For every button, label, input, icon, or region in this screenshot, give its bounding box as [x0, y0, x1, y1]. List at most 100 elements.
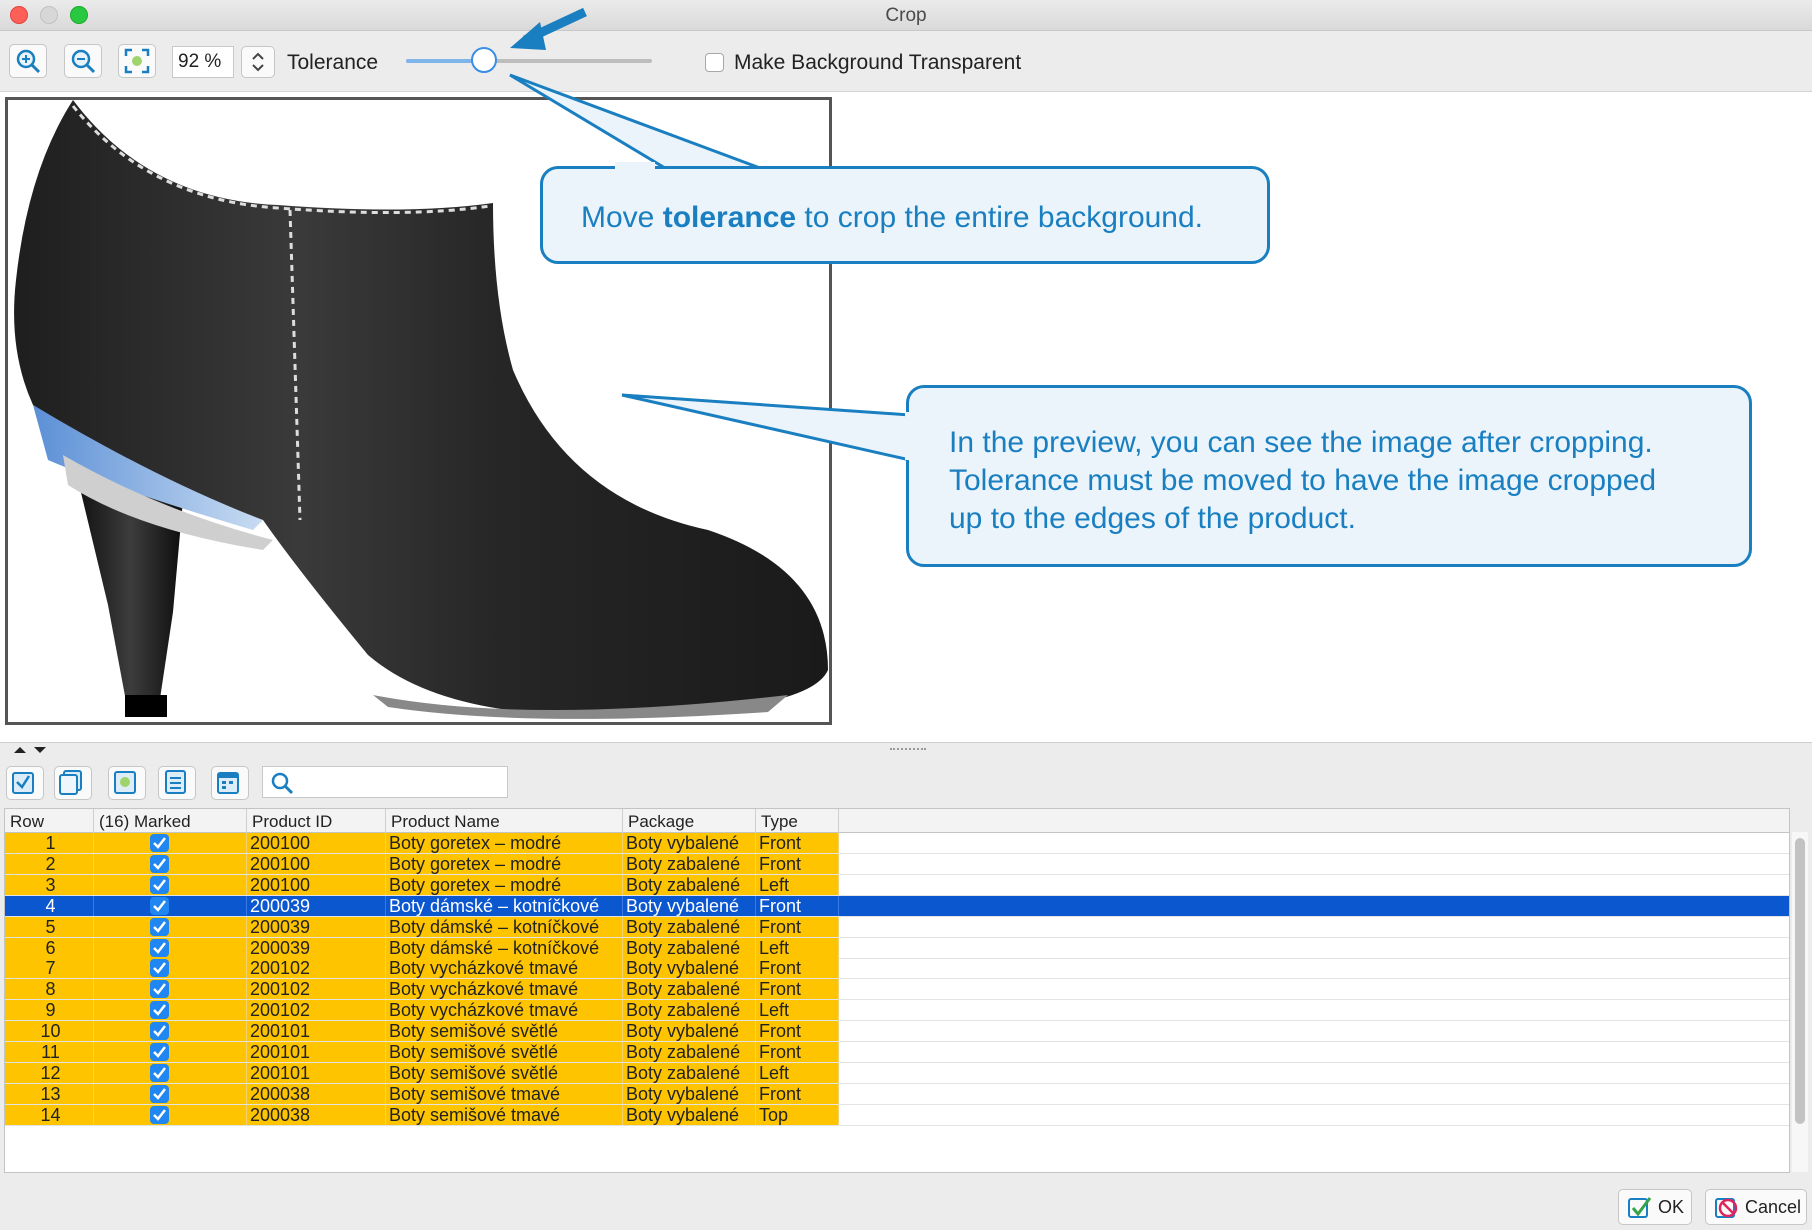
cell-marked[interactable] — [94, 1021, 247, 1042]
marked-checkbox[interactable] — [150, 834, 169, 852]
calendar-button[interactable] — [211, 766, 249, 800]
collapse-arrows-icon[interactable] — [12, 745, 52, 755]
cell-marked[interactable] — [94, 1104, 247, 1125]
zoom-out-icon — [71, 49, 96, 74]
mark-all-button[interactable] — [6, 766, 44, 800]
table-row[interactable]: 3 200100 Boty goretex – modré Boty zabalené… — [5, 874, 1789, 896]
cell-marked[interactable] — [94, 1062, 247, 1083]
cell-package: Boty zabalené — [623, 1000, 756, 1021]
cell-marked[interactable] — [94, 874, 247, 895]
cell-marked[interactable] — [94, 833, 247, 853]
cancel-button[interactable]: Cancel — [1705, 1189, 1807, 1225]
column-header-package[interactable]: Package — [623, 809, 756, 833]
column-header-filler — [839, 809, 1789, 833]
marked-checkbox[interactable] — [150, 1043, 169, 1061]
cell-row: 10 — [5, 1021, 94, 1042]
cell-package: Boty vybalené — [623, 895, 756, 916]
list-icon — [165, 770, 186, 794]
cell-package: Boty zabalené — [623, 916, 756, 937]
column-header-product-name[interactable]: Product Name — [386, 809, 623, 833]
marked-checkbox[interactable] — [150, 1063, 169, 1082]
list-button[interactable] — [158, 766, 196, 800]
products-table: Row (16) Marked Product ID Product Name … — [4, 808, 1790, 1173]
marked-checkbox[interactable] — [150, 1084, 169, 1103]
checkmark-icon — [153, 837, 166, 849]
cell-row: 7 — [5, 958, 94, 979]
marked-checkbox[interactable] — [150, 959, 169, 978]
cell-type: Front — [756, 958, 839, 979]
fit-to-window-button[interactable] — [118, 44, 156, 78]
cell-type: Front — [756, 916, 839, 937]
add-icon — [114, 771, 136, 794]
tolerance-callout: Move tolerance to crop the entire backgr… — [540, 166, 1270, 264]
checkmark-icon — [153, 920, 166, 933]
marked-checkbox[interactable] — [150, 1022, 169, 1041]
marked-checkbox[interactable] — [150, 896, 169, 915]
table-row[interactable]: 10 200101 Boty semišové světlé Boty vybalen… — [5, 1021, 1789, 1043]
cell-product-name: Boty goretex – modré — [386, 833, 623, 853]
splitter-bar[interactable] — [0, 742, 1812, 757]
cell-type: Left — [756, 937, 839, 958]
zoom-in-button[interactable] — [9, 44, 47, 78]
table-row[interactable]: 13 200038 Boty semišové tmavé Boty vybalené… — [5, 1083, 1789, 1105]
cell-marked[interactable] — [94, 937, 247, 958]
cell-product-name: Boty semišové světlé — [386, 1021, 623, 1042]
vertical-scrollbar-thumb[interactable] — [1795, 838, 1805, 1124]
cell-product-name: Boty dámské – kotníčkové — [386, 895, 623, 916]
column-header-row[interactable]: Row — [5, 809, 94, 833]
marked-checkbox[interactable] — [150, 875, 169, 894]
cell-marked[interactable] — [94, 1000, 247, 1021]
zoom-in-icon — [16, 49, 41, 74]
search-input[interactable] — [262, 766, 508, 798]
ok-button[interactable]: OK — [1618, 1189, 1692, 1225]
unmark-icon — [59, 770, 82, 795]
splitter-grip[interactable] — [890, 748, 926, 752]
table-row[interactable]: 8 200102 Boty vycházkové tmavé Boty zabalen… — [5, 979, 1789, 1001]
cell-row: 2 — [5, 853, 94, 874]
table-row[interactable]: 11 200101 Boty semišové světlé Boty zabalen… — [5, 1042, 1789, 1063]
marked-checkbox[interactable] — [150, 1001, 169, 1020]
callout-text-part: to crop the entire background. — [796, 201, 1204, 234]
cell-marked[interactable] — [94, 979, 247, 1000]
table-row[interactable]: 14 200038 Boty semišové tmavé Boty vybalené… — [5, 1104, 1789, 1126]
cell-product-id: 200101 — [247, 1062, 386, 1083]
table-row[interactable]: 6 200039 Boty dámské – kotníčkové Boty zaba… — [5, 937, 1789, 959]
cell-type: Front — [756, 979, 839, 1000]
zoom-input[interactable]: 92 % — [172, 46, 234, 78]
checkmark-icon — [153, 899, 166, 912]
cell-marked[interactable] — [94, 916, 247, 937]
checkmark-icon — [153, 879, 166, 891]
cell-marked[interactable] — [94, 958, 247, 979]
column-header-product-id[interactable]: Product ID — [247, 809, 386, 833]
cell-type: Front — [756, 853, 839, 874]
cell-type: Left — [756, 874, 839, 895]
table-row[interactable]: 9 200102 Boty vycházkové tmavé Boty zabalen… — [5, 1000, 1789, 1022]
add-image-button[interactable] — [108, 766, 146, 800]
cell-row: 6 — [5, 937, 94, 958]
fit-icon — [124, 48, 150, 74]
column-header-type[interactable]: Type — [756, 809, 839, 833]
cell-product-id: 200039 — [247, 916, 386, 937]
column-header-marked[interactable]: (16) Marked — [94, 809, 247, 833]
marked-checkbox[interactable] — [150, 917, 169, 936]
zoom-out-button[interactable] — [64, 44, 102, 78]
marked-checkbox[interactable] — [150, 1105, 169, 1124]
table-row[interactable]: 7 200102 Boty vycházkové tmavé Boty vybalen… — [5, 958, 1789, 980]
table-row[interactable]: 1 200100 Boty goretex – modré Boty vybalené… — [5, 833, 1789, 854]
cell-marked[interactable] — [94, 895, 247, 916]
table-row[interactable]: 12 200101 Boty semišové světlé Boty zabalen… — [5, 1062, 1789, 1084]
cell-marked[interactable] — [94, 1042, 247, 1062]
table-row[interactable]: 4 200039 Boty dámské – kotníčkové Boty vyba… — [5, 895, 1789, 917]
tolerance-label: Tolerance — [287, 51, 379, 74]
cell-product-id: 200100 — [247, 833, 386, 853]
marked-checkbox[interactable] — [150, 980, 169, 999]
table-row[interactable]: 2 200100 Boty goretex – modré Boty zabalené… — [5, 853, 1789, 875]
table-row[interactable]: 5 200039 Boty dámské – kotníčkové Boty zaba… — [5, 916, 1789, 938]
zoom-stepper[interactable] — [241, 46, 275, 78]
unmark-all-button[interactable] — [54, 766, 92, 800]
marked-checkbox[interactable] — [150, 854, 169, 873]
cell-marked[interactable] — [94, 853, 247, 874]
cell-marked[interactable] — [94, 1083, 247, 1104]
cell-row: 3 — [5, 874, 94, 895]
marked-checkbox[interactable] — [150, 938, 169, 957]
